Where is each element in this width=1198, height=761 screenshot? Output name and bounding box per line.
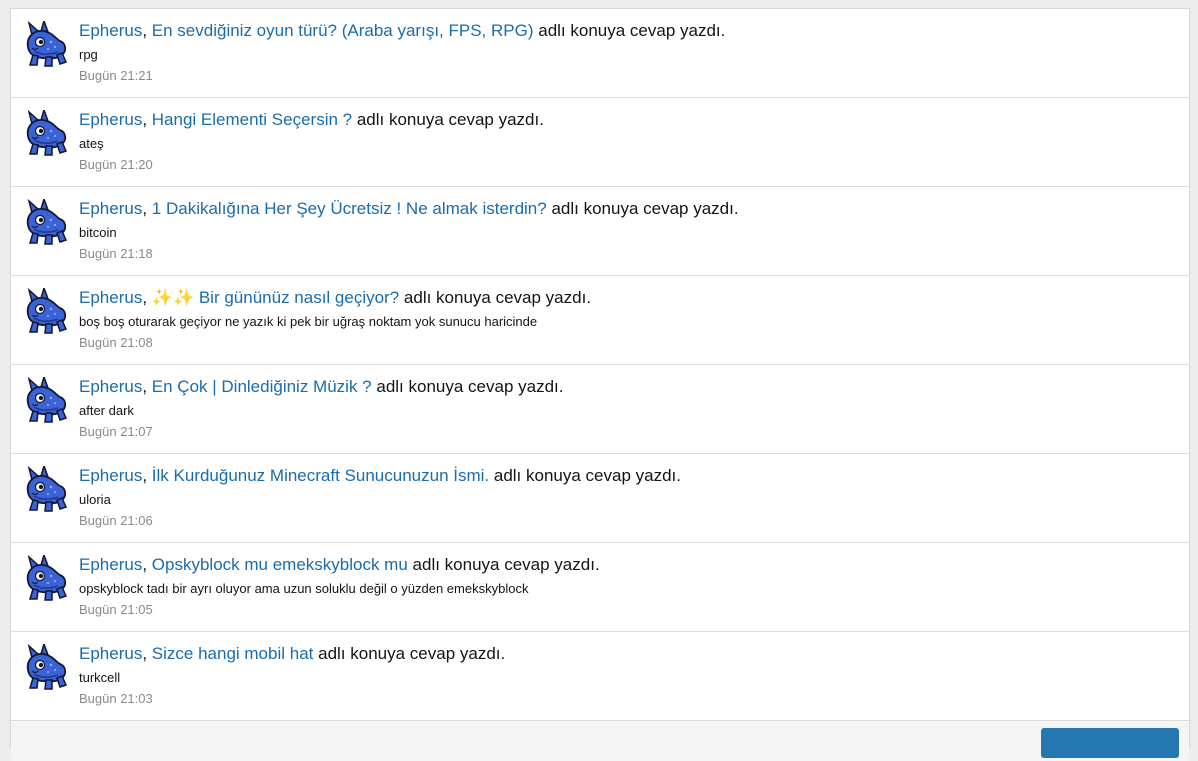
activity-item: Epherus, Opskyblock mu emekskyblock mu a… bbox=[11, 543, 1189, 632]
separator: , bbox=[142, 555, 152, 574]
avatar[interactable] bbox=[24, 199, 68, 247]
activity-title: Epherus, Opskyblock mu emekskyblock mu a… bbox=[79, 555, 1179, 575]
avatar[interactable] bbox=[24, 21, 68, 69]
activity-item: Epherus, ✨✨ Bir gününüz nasıl geçiyor? a… bbox=[11, 276, 1189, 365]
thread-link[interactable]: ✨✨ Bir gününüz nasıl geçiyor? bbox=[152, 288, 399, 307]
blue-creature-avatar-icon bbox=[26, 110, 68, 156]
avatar[interactable] bbox=[24, 644, 68, 692]
activity-title: Epherus, En sevdiğiniz oyun türü? (Araba… bbox=[79, 21, 1179, 41]
username-link[interactable]: Epherus bbox=[79, 110, 142, 129]
timestamp[interactable]: Bugün 21:03 bbox=[79, 691, 1179, 707]
thread-link[interactable]: Sizce hangi mobil hat bbox=[152, 644, 314, 663]
activity-title: Epherus, En Çok | Dinlediğiniz Müzik ? a… bbox=[79, 377, 1179, 397]
feed-footer bbox=[11, 721, 1189, 761]
thread-link[interactable]: Opskyblock mu emekskyblock mu bbox=[152, 555, 408, 574]
username-link[interactable]: Epherus bbox=[79, 21, 142, 40]
reply-snippet: ateş bbox=[79, 136, 104, 151]
action-text: adlı konuya cevap yazdı. bbox=[318, 644, 506, 663]
separator: , bbox=[142, 110, 152, 129]
timestamp[interactable]: Bugün 21:06 bbox=[79, 513, 1179, 529]
reply-snippet: turkcell bbox=[79, 670, 121, 685]
reply-snippet: boş boş oturarak geçiyor ne yazık ki pek… bbox=[79, 314, 538, 329]
activity-title: Epherus, İlk Kurduğunuz Minecraft Sunucu… bbox=[79, 466, 1179, 486]
thread-link[interactable]: En Çok | Dinlediğiniz Müzik ? bbox=[152, 377, 372, 396]
action-text: adlı konuya cevap yazdı. bbox=[538, 21, 726, 40]
timestamp[interactable]: Bugün 21:07 bbox=[79, 424, 1179, 440]
blue-creature-avatar-icon bbox=[26, 644, 68, 690]
avatar[interactable] bbox=[24, 466, 68, 514]
timestamp[interactable]: Bugün 21:05 bbox=[79, 602, 1179, 618]
activity-title: Epherus, Sizce hangi mobil hat adlı konu… bbox=[79, 644, 1179, 664]
activity-item: Epherus, Hangi Elementi Seçersin ? adlı … bbox=[11, 98, 1189, 187]
avatar[interactable] bbox=[24, 377, 68, 425]
blue-creature-avatar-icon bbox=[26, 199, 68, 245]
activity-title: Epherus, 1 Dakikalığına Her Şey Ücretsiz… bbox=[79, 199, 1179, 219]
action-text: adlı konuya cevap yazdı. bbox=[403, 288, 592, 307]
separator: , bbox=[142, 199, 152, 218]
activity-item: Epherus, 1 Dakikalığına Her Şey Ücretsiz… bbox=[11, 187, 1189, 276]
thread-link[interactable]: Hangi Elementi Seçersin ? bbox=[152, 110, 352, 129]
timestamp[interactable]: Bugün 21:08 bbox=[79, 335, 1179, 351]
avatar[interactable] bbox=[24, 555, 68, 603]
blue-creature-avatar-icon bbox=[26, 377, 68, 423]
action-text: adlı konuya cevap yazdı. bbox=[551, 199, 739, 218]
reply-snippet: opskyblock tadı bir ayrı oluyor ama uzun… bbox=[79, 581, 529, 596]
activity-item: Epherus, İlk Kurduğunuz Minecraft Sunucu… bbox=[11, 454, 1189, 543]
username-link[interactable]: Epherus bbox=[79, 644, 142, 663]
timestamp[interactable]: Bugün 21:20 bbox=[79, 157, 1179, 173]
username-link[interactable]: Epherus bbox=[79, 466, 142, 485]
separator: , bbox=[142, 21, 152, 40]
reply-snippet: uloria bbox=[79, 492, 111, 507]
activity-item: Epherus, En sevdiğiniz oyun türü? (Araba… bbox=[11, 9, 1189, 98]
blue-creature-avatar-icon bbox=[26, 466, 68, 512]
timestamp[interactable]: Bugün 21:21 bbox=[79, 68, 1179, 84]
separator: , bbox=[142, 377, 152, 396]
reply-snippet: rpg bbox=[79, 47, 98, 62]
blue-creature-avatar-icon bbox=[26, 21, 68, 67]
blue-creature-avatar-icon bbox=[26, 288, 68, 334]
avatar[interactable] bbox=[24, 288, 68, 336]
activity-item: Epherus, Sizce hangi mobil hat adlı konu… bbox=[11, 632, 1189, 721]
blue-creature-avatar-icon bbox=[26, 555, 68, 601]
action-text: adlı konuya cevap yazdı. bbox=[493, 466, 681, 485]
activity-feed: Epherus, En sevdiğiniz oyun türü? (Araba… bbox=[10, 8, 1190, 761]
username-link[interactable]: Epherus bbox=[79, 555, 142, 574]
action-text: adlı konuya cevap yazdı. bbox=[412, 555, 600, 574]
thread-link[interactable]: En sevdiğiniz oyun türü? (Araba yarışı, … bbox=[152, 21, 534, 40]
action-text: adlı konuya cevap yazdı. bbox=[376, 377, 564, 396]
username-link[interactable]: Epherus bbox=[79, 288, 142, 307]
load-more-button[interactable] bbox=[1041, 728, 1179, 758]
reply-snippet: after dark bbox=[79, 403, 134, 418]
activity-item: Epherus, En Çok | Dinlediğiniz Müzik ? a… bbox=[11, 365, 1189, 454]
reply-snippet: bitcoin bbox=[79, 225, 117, 240]
separator: , bbox=[142, 644, 152, 663]
avatar[interactable] bbox=[24, 110, 68, 158]
activity-title: Epherus, ✨✨ Bir gününüz nasıl geçiyor? a… bbox=[79, 288, 1179, 308]
thread-link[interactable]: İlk Kurduğunuz Minecraft Sunucunuzun İsm… bbox=[152, 466, 489, 485]
action-text: adlı konuya cevap yazdı. bbox=[356, 110, 544, 129]
activity-list: Epherus, En sevdiğiniz oyun türü? (Araba… bbox=[11, 9, 1189, 721]
username-link[interactable]: Epherus bbox=[79, 377, 142, 396]
timestamp[interactable]: Bugün 21:18 bbox=[79, 246, 1179, 262]
activity-title: Epherus, Hangi Elementi Seçersin ? adlı … bbox=[79, 110, 1179, 130]
separator: , bbox=[142, 288, 152, 307]
separator: , bbox=[142, 466, 152, 485]
thread-link[interactable]: 1 Dakikalığına Her Şey Ücretsiz ! Ne alm… bbox=[152, 199, 547, 218]
username-link[interactable]: Epherus bbox=[79, 199, 142, 218]
